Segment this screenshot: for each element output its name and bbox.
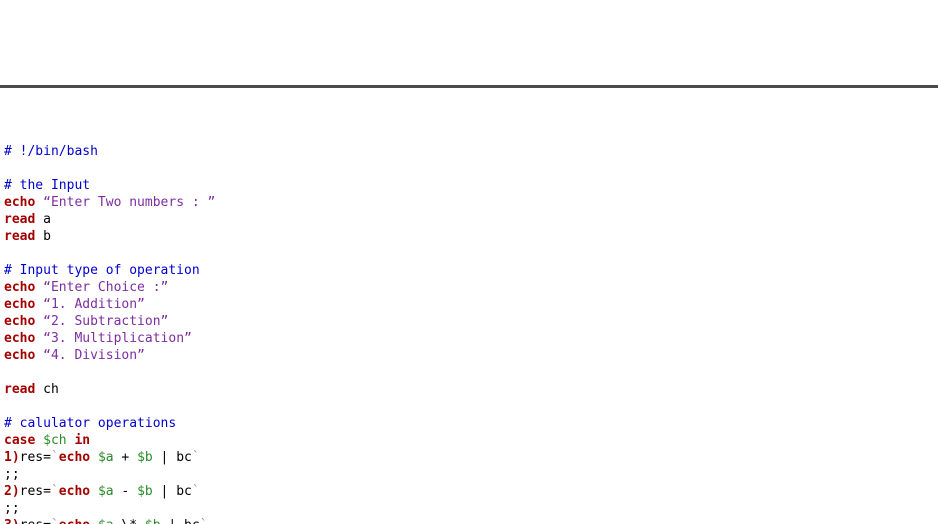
keyword-echo: echo — [59, 484, 90, 499]
code-line: echo “Enter Two numbers : ” — [4, 195, 215, 210]
window-top-bar — [0, 85, 938, 88]
code-line: # calulator operations — [4, 416, 176, 431]
comment: # Input type of operation — [4, 263, 200, 278]
code-line: # !/bin/bash — [4, 144, 98, 159]
pipe-bc: | bc — [153, 484, 192, 499]
code-line: echo “Enter Choice :” — [4, 280, 168, 295]
keyword-echo: echo — [4, 297, 35, 312]
code-line: echo “1. Addition” — [4, 297, 145, 312]
operator: \* — [114, 518, 145, 524]
case-label: 1) — [4, 450, 20, 465]
code-line: 3)res=`echo $a \* $b | bc` — [4, 518, 208, 524]
variable: $b — [137, 484, 153, 499]
space — [90, 450, 98, 465]
backtick: ` — [192, 484, 200, 499]
code-line: echo “3. Multiplication” — [4, 331, 192, 346]
string-literal: “1. Addition” — [43, 297, 145, 312]
space — [35, 297, 43, 312]
code-editor[interactable]: # !/bin/bash # the Input echo “Enter Two… — [0, 122, 938, 524]
case-label: 3) — [4, 518, 20, 524]
pipe-bc: | bc — [153, 450, 192, 465]
code-line: echo “4. Division” — [4, 348, 145, 363]
variable: $ch — [43, 433, 66, 448]
backtick: ` — [192, 450, 200, 465]
operator: - — [114, 484, 137, 499]
blank-line — [4, 364, 934, 381]
comment: # the Input — [4, 178, 90, 193]
identifier: b — [35, 229, 51, 244]
variable: $b — [145, 518, 161, 524]
code-line: ;; — [4, 467, 20, 482]
pipe-bc: | bc — [161, 518, 200, 524]
keyword-read: read — [4, 382, 35, 397]
identifier: a — [35, 212, 51, 227]
keyword-echo: echo — [4, 331, 35, 346]
backtick: ` — [51, 450, 59, 465]
assignment: res= — [20, 450, 51, 465]
backtick: ` — [51, 484, 59, 499]
string-literal: “3. Multiplication” — [43, 331, 192, 346]
keyword-echo: echo — [4, 348, 35, 363]
keyword-echo: echo — [59, 450, 90, 465]
space — [35, 314, 43, 329]
code-line: case $ch in — [4, 433, 90, 448]
variable: $a — [98, 518, 114, 524]
space — [35, 348, 43, 363]
space — [35, 195, 43, 210]
keyword-echo: echo — [4, 195, 35, 210]
code-line: read ch — [4, 382, 59, 397]
keyword-read: read — [4, 229, 35, 244]
space — [35, 331, 43, 346]
comment: # !/bin/bash — [4, 144, 98, 159]
string-literal: “2. Subtraction” — [43, 314, 168, 329]
case-label: 2) — [4, 484, 20, 499]
code-line: # the Input — [4, 178, 90, 193]
space — [90, 518, 98, 524]
identifier: ch — [35, 382, 58, 397]
blank-line — [4, 245, 934, 262]
code-line: read b — [4, 229, 51, 244]
keyword-read: read — [4, 212, 35, 227]
variable: $b — [137, 450, 153, 465]
space — [35, 433, 43, 448]
assignment: res= — [20, 518, 51, 524]
keyword-echo: echo — [59, 518, 90, 524]
keyword-case: case — [4, 433, 35, 448]
code-line: 1)res=`echo $a + $b | bc` — [4, 450, 200, 465]
backtick: ` — [200, 518, 208, 524]
string-literal: “Enter Two numbers : ” — [43, 195, 215, 210]
case-terminator: ;; — [4, 467, 20, 482]
code-line: ;; — [4, 501, 20, 516]
keyword-echo: echo — [4, 314, 35, 329]
variable: $a — [98, 450, 114, 465]
code-line: read a — [4, 212, 51, 227]
operator: + — [114, 450, 137, 465]
blank-line — [4, 160, 934, 177]
code-line: # Input type of operation — [4, 263, 200, 278]
code-line: 2)res=`echo $a - $b | bc` — [4, 484, 200, 499]
comment: # calulator operations — [4, 416, 176, 431]
variable: $a — [98, 484, 114, 499]
blank-line — [4, 398, 934, 415]
keyword-echo: echo — [4, 280, 35, 295]
case-terminator: ;; — [4, 501, 20, 516]
string-literal: “Enter Choice :” — [43, 280, 168, 295]
string-literal: “4. Division” — [43, 348, 145, 363]
space — [35, 280, 43, 295]
space — [90, 484, 98, 499]
keyword-in: in — [74, 433, 90, 448]
assignment: res= — [20, 484, 51, 499]
backtick: ` — [51, 518, 59, 524]
code-line: echo “2. Subtraction” — [4, 314, 168, 329]
